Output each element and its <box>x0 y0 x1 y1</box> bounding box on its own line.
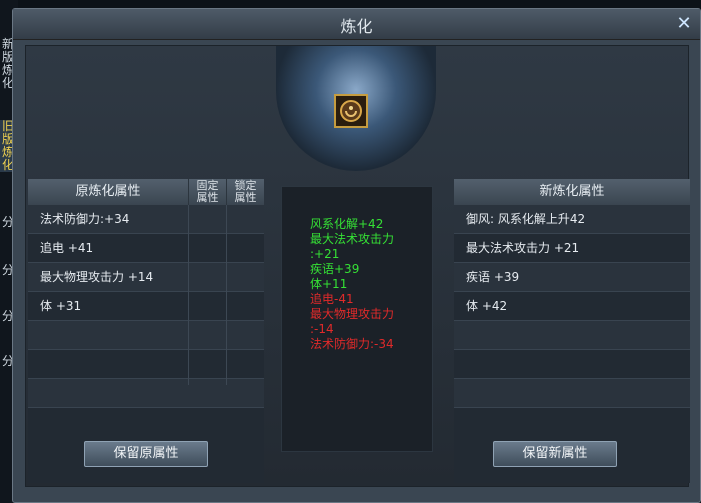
refine-window: 炼化 ✕ 原炼化属性 固定 属性 锁定 属性 法术防御力:+34 追电 +41 最大… <box>12 8 701 503</box>
locked-attr-column[interactable] <box>226 205 264 385</box>
diff-gain: 体+11 <box>310 277 348 291</box>
amulet-icon <box>340 100 362 122</box>
original-header: 原炼化属性 <box>28 179 188 205</box>
item-slot[interactable] <box>334 94 368 128</box>
new-header: 新炼化属性 <box>454 179 690 205</box>
new-row <box>454 321 690 350</box>
diff-gain: 风系化解+42 <box>310 217 384 231</box>
diff-loss: 最大物理攻击力 <box>310 307 395 321</box>
keep-original-button[interactable]: 保留原属性 <box>84 441 208 467</box>
window-title: 炼化 <box>340 17 373 36</box>
diff-loss: :-14 <box>310 322 334 336</box>
diff-gain: 疾语+39 <box>310 262 360 276</box>
diff-gain: 最大法术攻击力 <box>310 232 395 246</box>
title-bar: 炼化 ✕ <box>13 9 700 40</box>
new-row[interactable]: 疾语 +39 <box>454 263 690 292</box>
original-attributes-panel: 原炼化属性 固定 属性 锁定 属性 法术防御力:+34 追电 +41 最大物理攻击力… <box>28 179 264 483</box>
new-row[interactable]: 最大法术攻击力 +21 <box>454 234 690 263</box>
diff-loss: 追电-41 <box>310 292 354 306</box>
new-row <box>454 379 690 408</box>
diff-loss: 法术防御力:-34 <box>310 337 394 351</box>
locked-attr-header: 锁定 属性 <box>226 179 264 205</box>
diff-list: 风系化解+42 最大法术攻击力 :+21 疾语+39 体+11 追电-41 最大… <box>310 217 430 352</box>
new-row[interactable]: 体 +42 <box>454 292 690 321</box>
new-row <box>454 350 690 379</box>
new-attributes-panel: 新炼化属性 御风: 风系化解上升42 最大法术攻击力 +21 疾语 +39 体 … <box>454 179 690 483</box>
keep-new-button[interactable]: 保留新属性 <box>493 441 617 467</box>
new-row[interactable]: 御风: 风系化解上升42 <box>454 205 690 234</box>
diff-panel: 风系化解+42 最大法术攻击力 :+21 疾语+39 体+11 追电-41 最大… <box>281 186 433 452</box>
close-icon[interactable]: ✕ <box>674 14 694 34</box>
fixed-attr-header: 固定 属性 <box>188 179 226 205</box>
content-area: 原炼化属性 固定 属性 锁定 属性 法术防御力:+34 追电 +41 最大物理攻击力… <box>25 45 690 487</box>
fixed-attr-column[interactable] <box>188 205 226 385</box>
diff-gain: :+21 <box>310 247 340 261</box>
refine-orb <box>276 46 436 171</box>
